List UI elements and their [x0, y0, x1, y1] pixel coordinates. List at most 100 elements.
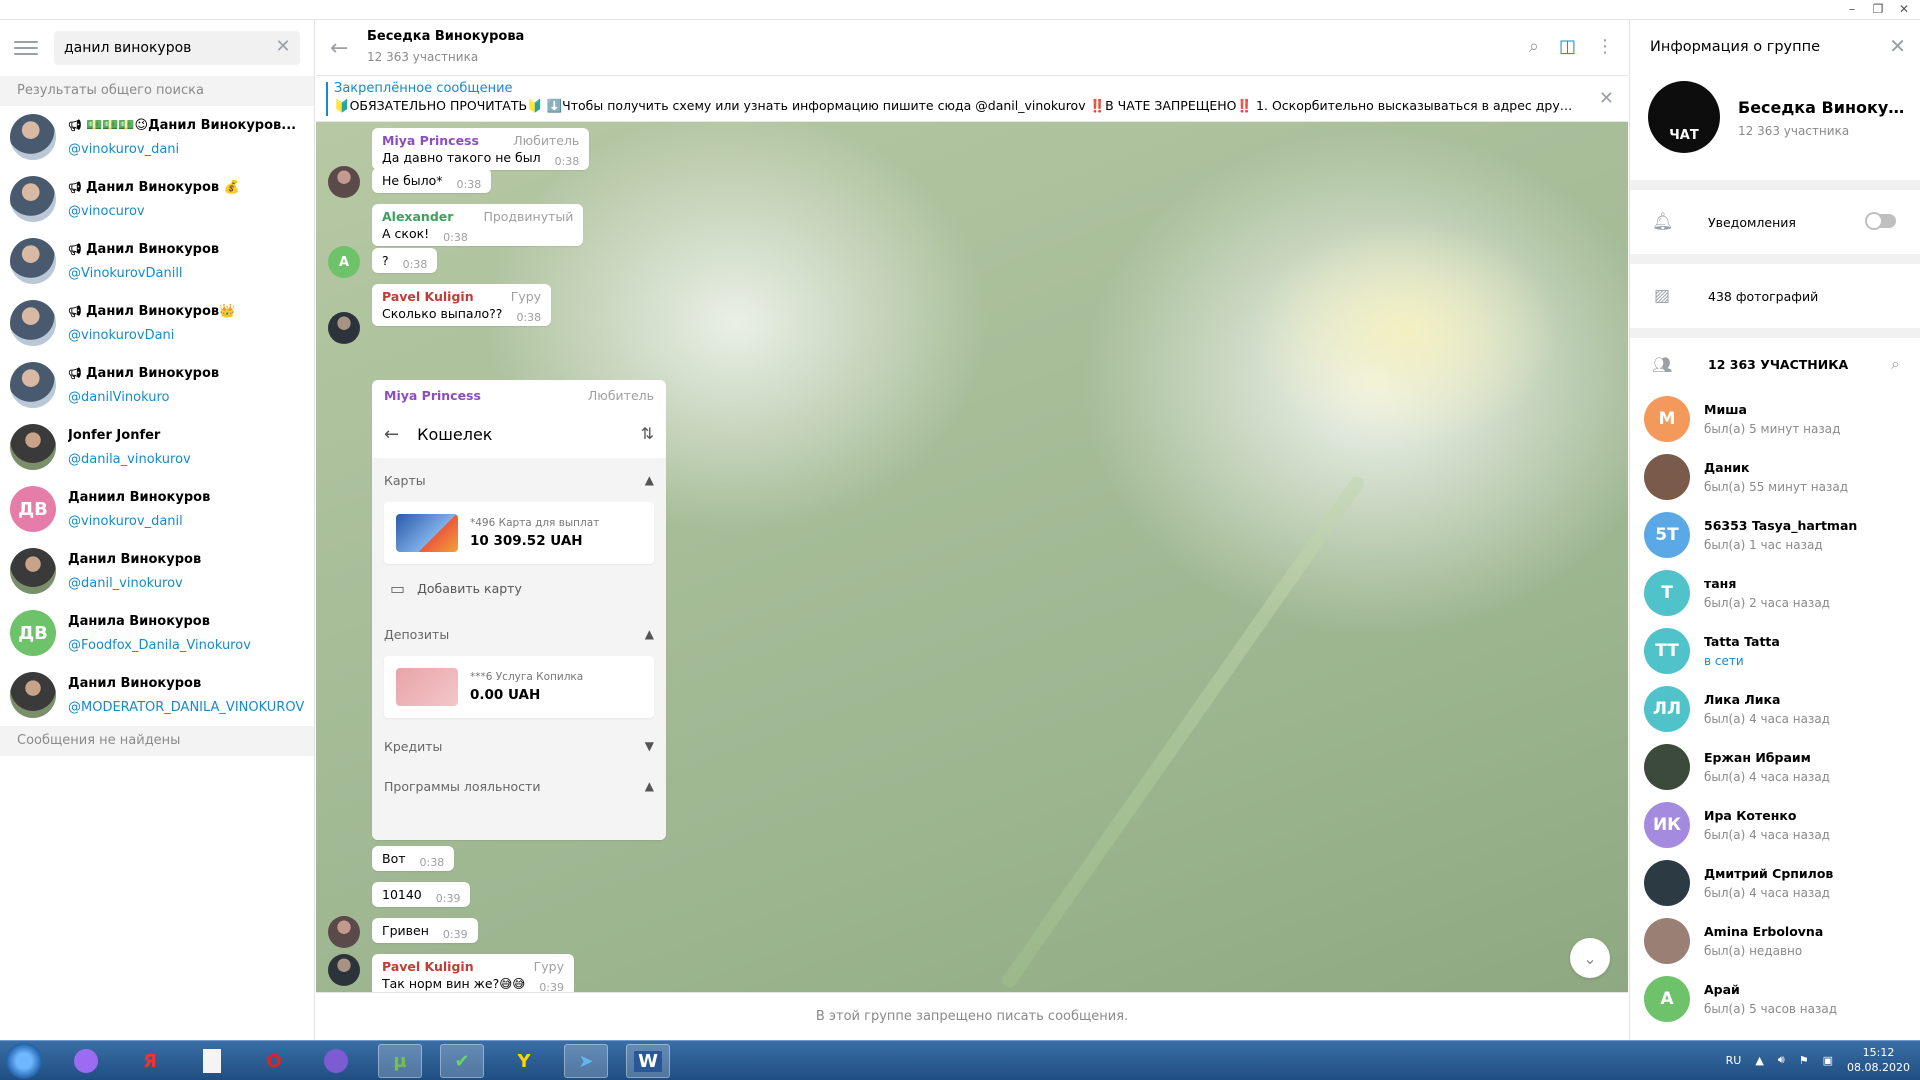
more-vertical-icon[interactable]: ⋮ — [1596, 36, 1614, 57]
result-username[interactable]: @danila_vinokurov — [68, 452, 304, 467]
result-username[interactable]: @vinokurovDani — [68, 328, 304, 343]
sender-avatar[interactable] — [328, 166, 360, 198]
message-bubble[interactable]: Alexander Продвинутый А скок! 0:38 — [372, 204, 584, 246]
message-bubble[interactable]: ? 0:38 — [372, 248, 438, 273]
member-item[interactable]: Ержан Ибраим был(а) 4 часа назад — [1630, 738, 1920, 796]
message-bubble[interactable]: Miya Princess Любитель Да давно такого не… — [372, 128, 590, 170]
card-icon: ▭ — [390, 578, 406, 598]
search-result-item[interactable]: 📢︎ Данил Винокуров @danilVinokuro — [0, 354, 314, 416]
search-input[interactable] — [64, 40, 290, 56]
taskbar-app-yandex[interactable]: Y — [502, 1044, 546, 1078]
member-item[interactable]: Amina Erbolovna был(а) недавно — [1630, 912, 1920, 970]
result-username[interactable]: @danilVinokuro — [68, 390, 304, 405]
message-bubble[interactable]: Вот 0:38 — [372, 846, 455, 871]
message-author[interactable]: Miya Princess — [384, 388, 481, 403]
notifications-row[interactable]: 🔔︎ Уведомления — [1630, 190, 1920, 254]
message-author[interactable]: Miya Princess — [382, 133, 479, 148]
taskbar-app-word[interactable]: W — [626, 1044, 670, 1078]
search-result-item[interactable]: Jonfer Jonfer @danila_vinokurov — [0, 416, 314, 478]
taskbar-app-kaspersky[interactable]: ✔ — [440, 1044, 484, 1078]
search-result-item[interactable]: Данил Винокуров @MODERATOR_DANILA_VINOKUR… — [0, 664, 314, 726]
pinned-message-bar[interactable]: Закреплённое сообщение 🔰ОБЯЗАТЕЛЬНО ПРОЧ… — [316, 76, 1628, 122]
group-avatar[interactable]: ЧАТ — [1648, 81, 1720, 153]
message-bubble[interactable]: 10140 0:39 — [372, 882, 471, 907]
search-box[interactable]: ✕ — [54, 31, 300, 65]
taskbar-app-yandex-browser[interactable]: Я — [128, 1044, 172, 1078]
result-username[interactable]: @danil_vinokurov — [68, 576, 304, 591]
search-result-item[interactable]: ДВ Даниил Винокуров @vinokurov_danil — [0, 478, 314, 540]
taskbar-app-utorrent[interactable]: µ — [378, 1044, 422, 1078]
divider — [1630, 180, 1920, 190]
member-name: Amina Erbolovna — [1704, 924, 1824, 939]
menu-icon[interactable] — [14, 36, 38, 60]
photos-row[interactable]: ▨ 438 фотографий — [1630, 264, 1920, 328]
message-bubble[interactable]: Pavel Kuligin Гуру Сколько выпало?? 0:38 — [372, 284, 552, 326]
member-item[interactable]: ИК Ира Котенко был(а) 4 часа назад — [1630, 796, 1920, 854]
message-bubble[interactable]: Гривен 0:39 — [372, 918, 478, 943]
taskbar-app-opera[interactable]: O — [252, 1044, 296, 1078]
member-item[interactable]: TT Tatta Tatta в сети — [1630, 622, 1920, 680]
chat-title[interactable]: Беседка Винокурова — [367, 29, 524, 44]
search-result-item[interactable]: 📢︎ 💵💵💵😉Данил Винокуров... @vinokurov_dani — [0, 106, 314, 168]
member-item[interactable]: Ттаня был(а) 2 часа назад — [1630, 564, 1920, 622]
taskbar-app-viber[interactable] — [314, 1044, 358, 1078]
close-window-button[interactable]: ✕ — [1896, 2, 1912, 16]
chevron-down-icon: ⌄ — [1583, 948, 1597, 968]
clock[interactable]: 15:12 08.08.2020 — [1847, 1045, 1910, 1075]
minimize-button[interactable]: – — [1844, 2, 1860, 16]
message-author[interactable]: Pavel Kuligin — [382, 959, 474, 974]
member-avatar — [1644, 860, 1690, 906]
scroll-down-button[interactable]: ⌄ — [1570, 938, 1610, 978]
result-text: Данила Винокуров @Foodfox_Danila_Vinokuro… — [68, 614, 304, 653]
search-members-icon[interactable]: ⌕ — [1891, 354, 1900, 374]
wallet-screenshot-post[interactable]: Miya Princess Любитель ← Кошелек ⇅ Карты ▲… — [372, 380, 666, 840]
message-author[interactable]: Alexander — [382, 209, 453, 224]
notifications-toggle[interactable] — [1865, 212, 1896, 230]
close-pinned-icon[interactable]: ✕ — [1599, 88, 1614, 109]
taskbar-app-telegram[interactable]: ➤ — [564, 1044, 608, 1078]
search-result-item[interactable]: ДВ Данила Винокуров @Foodfox_Danila_Vinoku… — [0, 602, 314, 664]
search-result-item[interactable]: 📢︎ Данил Винокуров @VinokurovDanill — [0, 230, 314, 292]
start-button[interactable] — [6, 1043, 42, 1079]
member-item[interactable]: ЛЛ Лика Лика был(а) 4 часа назад — [1630, 680, 1920, 738]
taskbar-app-alice[interactable] — [64, 1044, 108, 1078]
search-icon[interactable]: ⌕ — [1529, 36, 1539, 57]
result-username[interactable]: @vinocurov — [68, 204, 304, 219]
message-bubble[interactable]: Не было* 0:38 — [372, 168, 492, 193]
member-item[interactable]: Дмитрий Српилов был(а) 4 часа назад — [1630, 854, 1920, 912]
network-icon[interactable]: ▣ — [1823, 1054, 1833, 1067]
close-info-icon[interactable]: ✕ — [1889, 34, 1906, 58]
sidebar-toggle-icon[interactable]: ◫ — [1559, 36, 1576, 57]
sender-avatar[interactable]: A — [328, 246, 360, 278]
flag-icon[interactable]: ⚑ — [1799, 1054, 1809, 1067]
search-result-item[interactable]: 📢︎ Данил Винокуров 💰 @vinocurov — [0, 168, 314, 230]
members-list: М Миша был(а) 5 минут назад Даник был(а) 55 … — [1630, 390, 1920, 1028]
result-username[interactable]: @MODERATOR_DANILA_VINOKUROV — [68, 700, 304, 715]
search-result-item[interactable]: 📢︎ Данил Винокуров👑 @vinokurovDani — [0, 292, 314, 354]
search-result-item[interactable]: Данил Винокуров @danil_vinokurov — [0, 540, 314, 602]
member-item[interactable]: A Арай был(а) 5 часов назад — [1630, 970, 1920, 1028]
sender-avatar[interactable] — [328, 312, 360, 344]
member-status: был(а) 4 часа назад — [1704, 712, 1830, 726]
sender-avatar[interactable] — [328, 916, 360, 948]
member-item[interactable]: Даник был(а) 55 минут назад — [1630, 448, 1920, 506]
result-username[interactable]: @vinokurov_danil — [68, 514, 304, 529]
wallet-title-row: ← Кошелек ⇅ — [372, 410, 666, 458]
back-arrow-icon[interactable]: ← — [330, 36, 348, 61]
result-username[interactable]: @VinokurovDanill — [68, 266, 304, 281]
language-indicator[interactable]: RU — [1726, 1054, 1742, 1067]
message-bubble[interactable]: Pavel Kuligin Гуру Так норм вин же?😅😅 0:39 — [372, 954, 574, 992]
result-username[interactable]: @vinokurov_dani — [68, 142, 304, 157]
tray-expand-icon[interactable]: ▲ — [1755, 1054, 1763, 1067]
sender-avatar[interactable] — [328, 954, 360, 986]
result-username[interactable]: @Foodfox_Danila_Vinokurov — [68, 638, 304, 653]
clear-search-icon[interactable]: ✕ — [274, 38, 292, 56]
taskbar-app-file[interactable] — [190, 1044, 234, 1078]
member-item[interactable]: 5T 56353 Tasya_hartman был(а) 1 час назад — [1630, 506, 1920, 564]
volume-icon[interactable]: 🔊︎ — [1778, 1053, 1785, 1067]
message-time: 0:38 — [443, 231, 468, 244]
member-item[interactable]: М Миша был(а) 5 минут назад — [1630, 390, 1920, 448]
add-card-label: Добавить карту — [417, 580, 522, 596]
maximize-button[interactable]: ❐ — [1870, 2, 1886, 16]
message-author[interactable]: Pavel Kuligin — [382, 289, 474, 304]
